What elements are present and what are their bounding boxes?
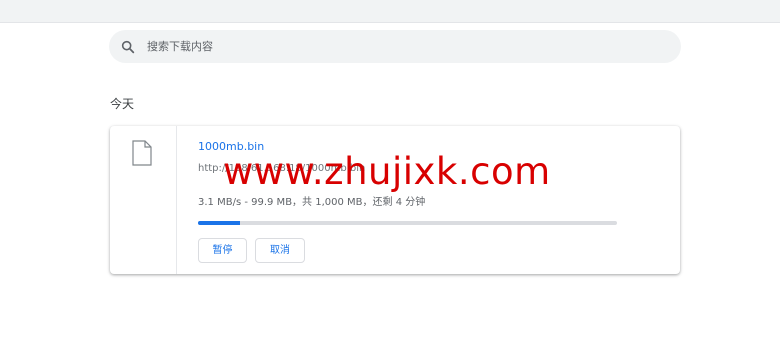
- download-progress-fill: [198, 221, 240, 225]
- download-item-icon-column: [110, 126, 177, 274]
- pause-button[interactable]: 暂停: [198, 238, 247, 263]
- search-input[interactable]: [147, 30, 667, 63]
- cancel-button[interactable]: 取消: [255, 238, 305, 263]
- section-title-today: 今天: [110, 97, 135, 111]
- download-status-text: 3.1 MB/s - 99.9 MB，共 1,000 MB，还剩 4 分钟: [198, 197, 426, 208]
- search-icon: [121, 40, 135, 54]
- top-bar: [0, 0, 780, 23]
- download-progress-bar: [198, 221, 617, 225]
- download-item-card: 1000mb.bin http://198.61.168.18/1000mb.b…: [110, 126, 680, 274]
- watermark-text: www.zhujixk.com: [223, 150, 551, 193]
- search-bar[interactable]: [109, 30, 681, 63]
- file-icon: [132, 140, 152, 166]
